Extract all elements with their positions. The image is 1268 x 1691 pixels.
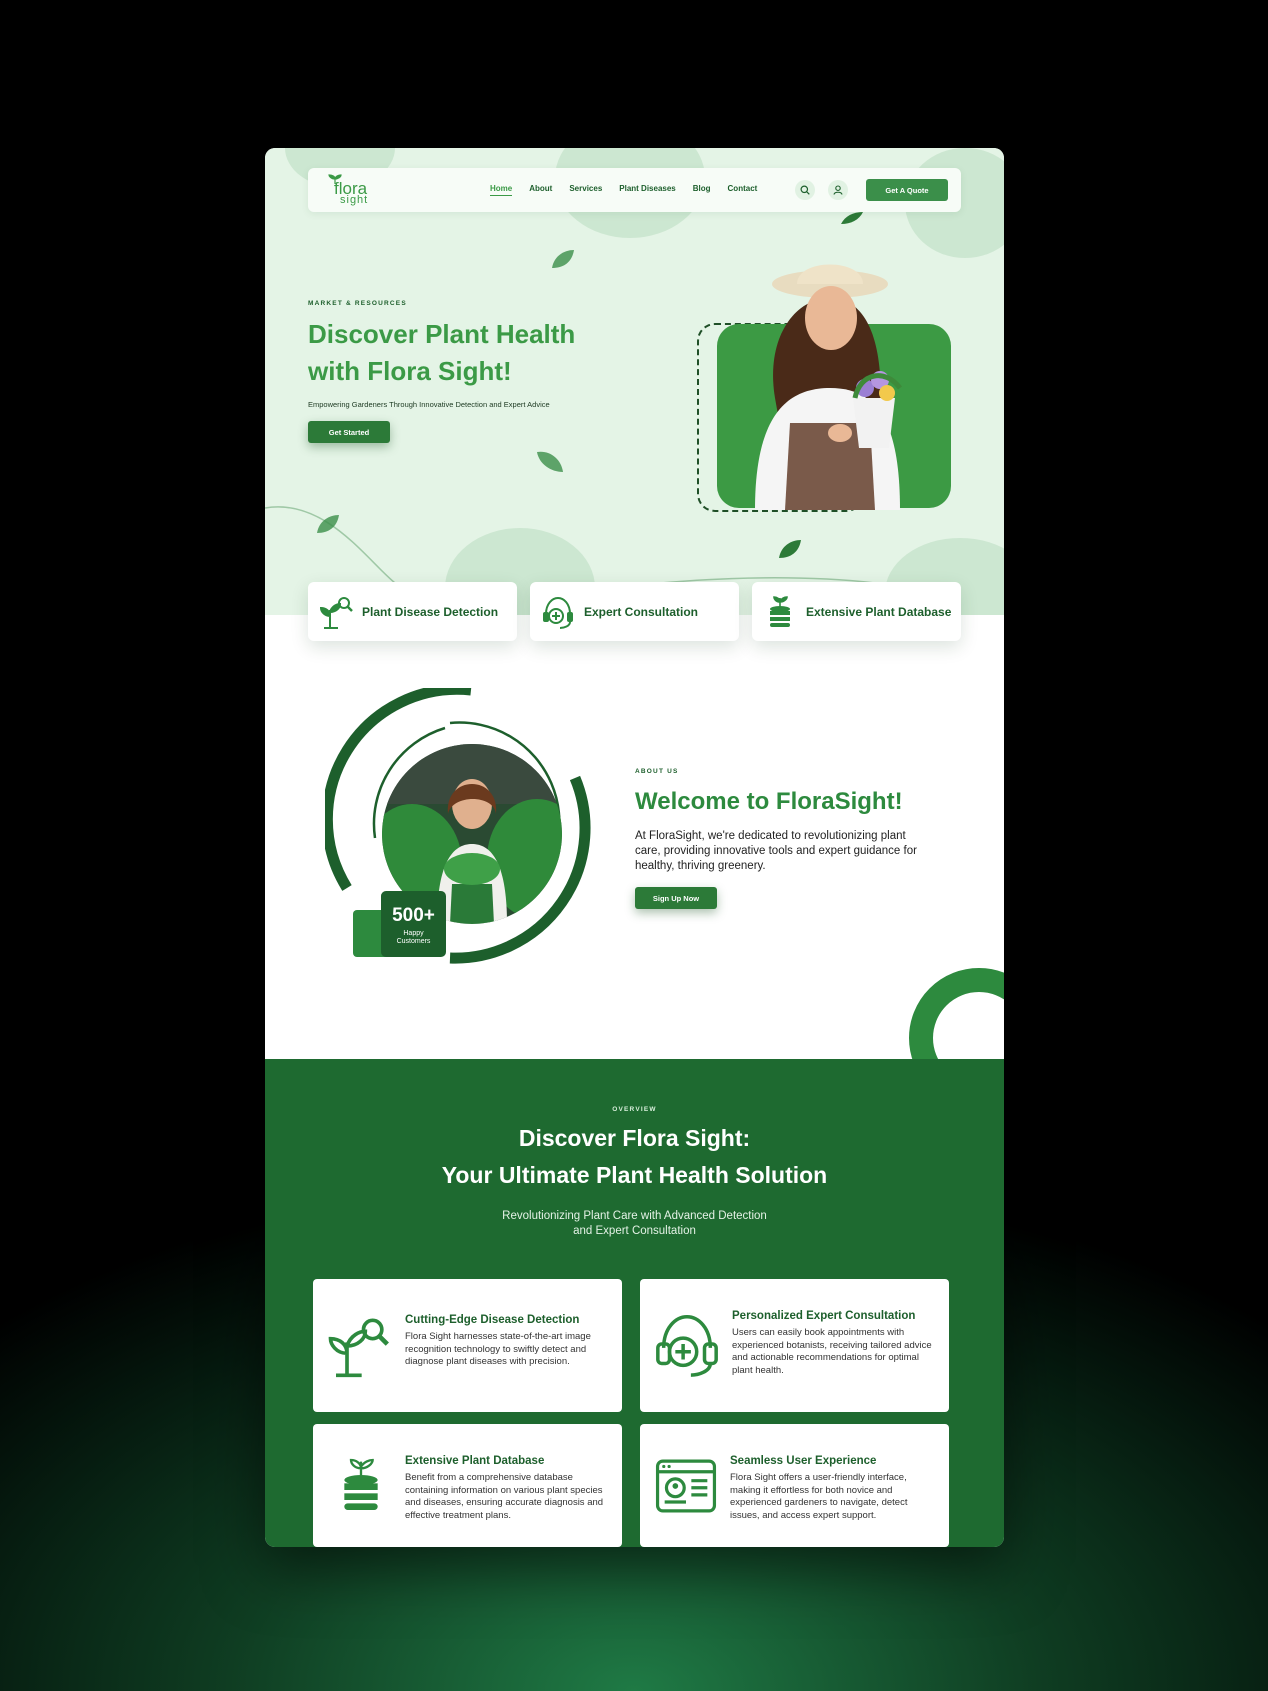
card-title: Extensive Plant Database: [405, 1455, 545, 1467]
overview-card-plant-database[interactable]: Extensive Plant Database Benefit from a …: [313, 1424, 622, 1547]
browser-profile-icon: [655, 1459, 717, 1513]
plant-search-icon: [328, 1318, 389, 1378]
leaf-icon: [552, 250, 574, 268]
logo-text-sight: sight: [340, 194, 369, 206]
card-description: Flora Sight offers a user-friendly inter…: [730, 1472, 908, 1521]
card-description: Users can easily book appointments with …: [732, 1327, 932, 1376]
overview-card-user-experience[interactable]: Seamless User Experience Flora Sight off…: [640, 1424, 949, 1547]
feature-label: Extensive Plant Database: [806, 604, 952, 619]
happy-customers-badge: 500+ Happy Customers: [381, 891, 446, 957]
user-icon[interactable]: [828, 180, 848, 200]
headset-medical-icon: [543, 596, 573, 629]
overview-title-line2: Your Ultimate Plant Health Solution: [441, 1162, 828, 1188]
get-a-quote-button[interactable]: Get A Quote: [866, 179, 948, 201]
overview-subtitle-line1: Revolutionizing Plant Care with Advanced…: [502, 1210, 767, 1222]
plant-database-icon: [770, 595, 790, 627]
card-title: Personalized Expert Consultation: [732, 1310, 916, 1322]
nav-links: Home About Services Plant Diseases Blog …: [490, 184, 774, 196]
nav-item-contact[interactable]: Contact: [728, 184, 758, 196]
hero-section: flora sight Home About Services Plant Di…: [265, 148, 1004, 615]
leaf-icon: [841, 212, 863, 224]
overview-eyebrow: OVERVIEW: [612, 1106, 657, 1113]
nav-item-about[interactable]: About: [529, 184, 552, 196]
nav-item-services[interactable]: Services: [569, 184, 602, 196]
badge-label: Happy Customers: [396, 930, 431, 945]
feature-label: Plant Disease Detection: [362, 604, 499, 619]
feature-card-plant-disease-detection[interactable]: Plant Disease Detection: [308, 582, 517, 641]
feature-label: Expert Consultation: [584, 604, 699, 619]
search-icon[interactable]: [795, 180, 815, 200]
overview-title-line1: Discover Flora Sight:: [518, 1125, 751, 1151]
sign-up-now-button[interactable]: Sign Up Now: [635, 887, 717, 909]
leaf-icon: [779, 540, 801, 558]
feature-card-extensive-plant-database[interactable]: Extensive Plant Database: [752, 582, 961, 641]
overview-card-disease-detection[interactable]: Cutting-Edge Disease Detection Flora Sig…: [313, 1279, 622, 1412]
plant-database-icon: [344, 1458, 378, 1510]
card-title: Cutting-Edge Disease Detection: [405, 1314, 580, 1326]
leaf-icon: [537, 451, 563, 472]
nav-item-blog[interactable]: Blog: [693, 184, 711, 196]
card-description: Flora Sight harnesses state-of-the-art i…: [405, 1331, 591, 1367]
flora-sight-logo[interactable]: flora sight: [326, 174, 368, 208]
card-title: Seamless User Experience: [730, 1455, 877, 1467]
overview-card-expert-consultation[interactable]: Personalized Expert Consultation Users c…: [640, 1279, 949, 1412]
hero-subtitle: Empowering Gardeners Through Innovative …: [308, 400, 550, 409]
gardener-woman-image: [755, 264, 902, 510]
badge-value: 500+: [392, 905, 435, 926]
feature-card-expert-consultation[interactable]: Expert Consultation: [530, 582, 739, 641]
ring-accent-decor: [909, 968, 1004, 1066]
nav-item-home[interactable]: Home: [490, 184, 513, 196]
plant-search-icon: [319, 596, 353, 629]
about-text: At FloraSight, we're dedicated to revolu…: [635, 830, 917, 872]
about-title: Welcome to FloraSight!: [635, 788, 903, 815]
overview-section: OVERVIEW Discover Flora Sight: Your Ulti…: [265, 1059, 1004, 1547]
hero-title: Discover Plant Health with Flora Sight!: [308, 319, 576, 386]
top-navbar: flora sight Home About Services Plant Di…: [308, 168, 961, 212]
hero-eyebrow: MARKET & RESOURCES: [308, 300, 407, 307]
card-description: Benefit from a comprehensive database co…: [405, 1472, 604, 1521]
page-frame: flora sight Home About Services Plant Di…: [265, 148, 1004, 1547]
headset-medical-icon: [656, 1315, 718, 1377]
leaf-icon: [317, 515, 339, 533]
nav-item-plant-diseases[interactable]: Plant Diseases: [619, 184, 675, 196]
get-started-button[interactable]: Get Started: [308, 421, 390, 443]
about-eyebrow: ABOUT US: [635, 768, 679, 775]
overview-subtitle-line2: and Expert Consultation: [573, 1225, 696, 1237]
